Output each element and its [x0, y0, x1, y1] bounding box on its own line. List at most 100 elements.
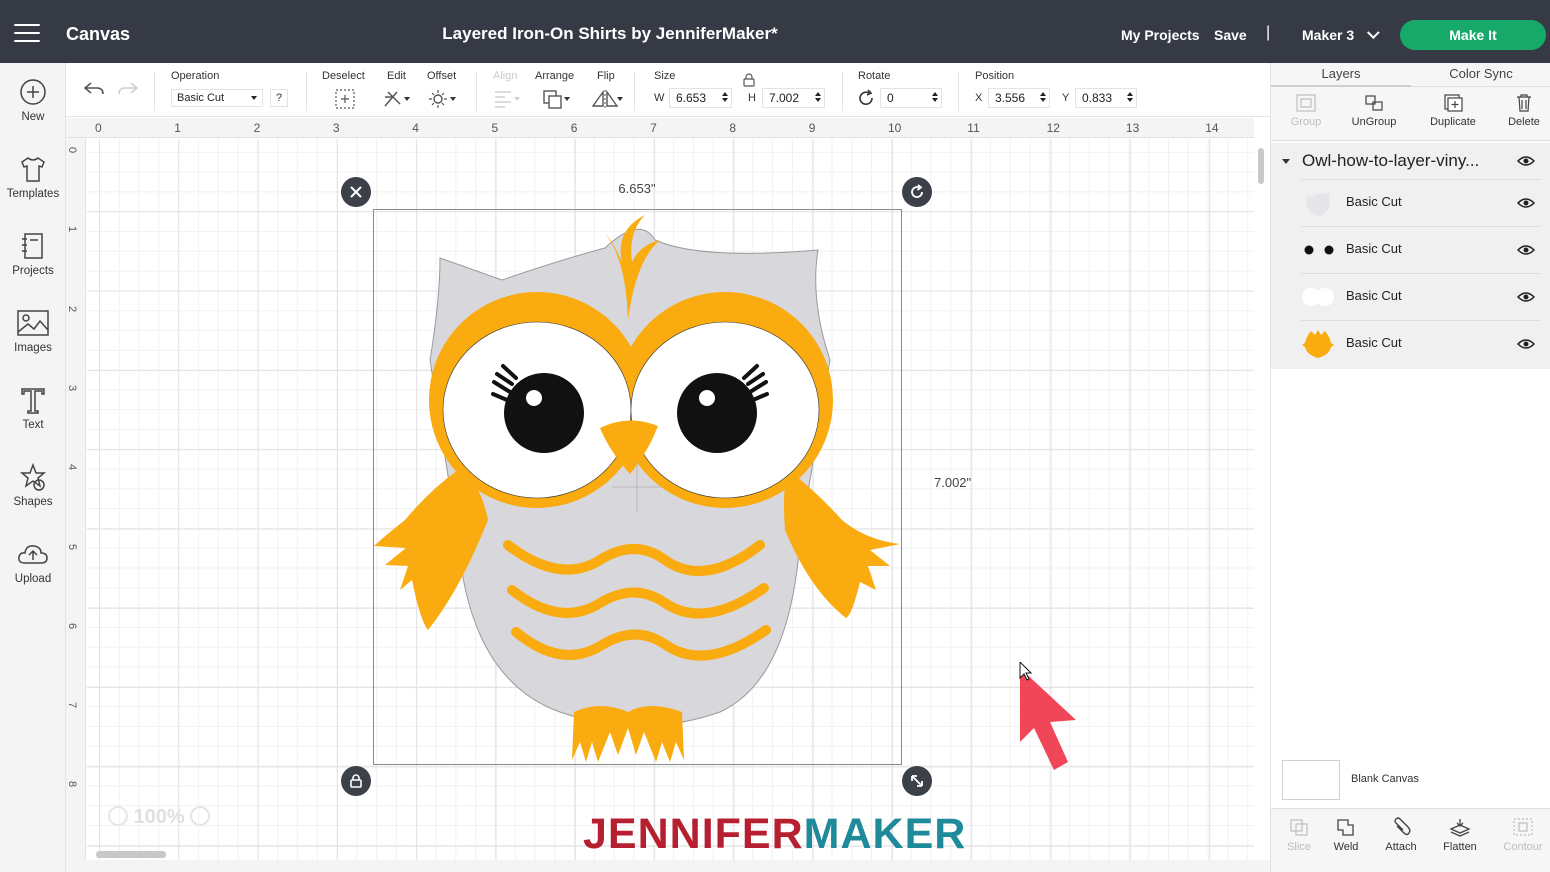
ruler-tick-label: 8 [66, 781, 79, 788]
eye-icon[interactable] [1517, 155, 1535, 167]
flatten-button[interactable]: Flatten [1432, 817, 1488, 853]
flip-icon[interactable] [590, 88, 624, 110]
layer-row[interactable]: Basic Cut [1301, 320, 1541, 367]
eye-icon[interactable] [1517, 291, 1535, 303]
operation-select[interactable]: Basic Cut [171, 89, 263, 107]
make-it-button[interactable]: Make It [1400, 20, 1546, 50]
zoom-control: 100% [108, 806, 211, 829]
brand-watermark: JENNIFERMAKER [583, 810, 966, 859]
align-icon[interactable] [492, 88, 522, 110]
machine-selector[interactable]: Maker 3 [1302, 26, 1380, 43]
lock-handle[interactable] [341, 766, 371, 796]
rotate-handle[interactable] [902, 177, 932, 207]
blank-canvas-row[interactable]: Blank Canvas [1281, 760, 1541, 802]
weld-button[interactable]: Weld [1318, 817, 1374, 853]
contour-button[interactable]: Contour [1495, 817, 1550, 853]
slice-label: Slice [1287, 841, 1311, 853]
left-sidebar: New Templates Projects Images Text Shape… [0, 63, 66, 872]
layer-row[interactable]: Basic Cut [1301, 226, 1541, 273]
group-button[interactable]: Group [1271, 93, 1341, 128]
width-input[interactable]: 6.653 [669, 88, 732, 108]
sidebar-item-upload[interactable]: Upload [0, 529, 66, 599]
ruler-tick-label: 6 [570, 121, 578, 135]
y-position-input[interactable]: 0.833 [1075, 88, 1137, 108]
horizontal-scrollbar[interactable] [96, 851, 166, 858]
contour-icon [1513, 818, 1533, 836]
eye-icon[interactable] [1517, 197, 1535, 209]
rotate-label: Rotate [858, 70, 891, 82]
lock-icon[interactable] [742, 73, 756, 87]
resize-handle[interactable] [902, 766, 932, 796]
save-button[interactable]: Save [1214, 27, 1247, 43]
duplicate-label: Duplicate [1430, 116, 1476, 128]
sidebar-item-templates[interactable]: Templates [0, 144, 66, 214]
layers-panel: Layers Color Sync Group UnGroup Duplicat… [1270, 63, 1550, 872]
spinner-arrows-icon [1040, 92, 1046, 104]
slice-icon [1290, 819, 1308, 836]
offset-label: Offset [427, 70, 457, 82]
image-icon [17, 310, 49, 336]
app-title: Canvas [66, 24, 131, 44]
duplicate-icon [1444, 94, 1463, 112]
project-title[interactable]: Layered Iron-On Shirts by JenniferMaker* [400, 24, 820, 44]
ruler-tick-label: 4 [412, 121, 419, 135]
my-projects-link[interactable]: My Projects [1121, 27, 1200, 43]
size-label: Size [654, 70, 676, 82]
delete-button[interactable]: Delete [1489, 93, 1550, 128]
layer-row[interactable]: Basic Cut [1301, 273, 1541, 320]
sidebar-item-shapes[interactable]: Shapes [0, 452, 66, 522]
duplicate-button[interactable]: Duplicate [1418, 93, 1488, 128]
layer-thumbnail [1302, 330, 1334, 358]
sidebar-item-projects[interactable]: Projects [0, 221, 66, 291]
hamburger-menu-icon[interactable] [14, 24, 40, 42]
x-position-value: 3.556 [995, 91, 1026, 105]
sidebar-item-text[interactable]: Text [0, 375, 66, 445]
sidebar-item-new[interactable]: New [0, 67, 66, 137]
edit-tools-icon[interactable] [382, 88, 412, 110]
attach-button[interactable]: Attach [1373, 817, 1429, 853]
operation-help-button[interactable]: ? [270, 89, 288, 107]
redo-icon[interactable] [116, 79, 140, 99]
selection-bounding-box[interactable] [373, 209, 902, 765]
ungroup-button[interactable]: UnGroup [1339, 93, 1409, 128]
undo-icon[interactable] [82, 79, 106, 99]
x-position-input[interactable]: 3.556 [988, 88, 1050, 108]
zoom-out-button[interactable] [108, 806, 128, 826]
caret-down-icon[interactable] [1282, 159, 1290, 164]
offset-icon[interactable] [428, 88, 458, 110]
sidebar-item-images[interactable]: Images [0, 298, 66, 368]
rotate-input[interactable]: 0 [880, 88, 942, 108]
eye-icon[interactable] [1517, 244, 1535, 256]
x-prefix: X [975, 92, 983, 104]
layer-name: Basic Cut [1346, 288, 1402, 303]
sidebar-label: Images [14, 342, 52, 354]
eye-icon[interactable] [1517, 338, 1535, 350]
ruler-tick-label: 1 [174, 121, 181, 135]
ruler-tick-label: 8 [729, 121, 737, 135]
layer-actions: Group UnGroup Duplicate Delete [1271, 87, 1550, 141]
delete-handle[interactable] [341, 177, 371, 207]
ungroup-icon [1365, 95, 1383, 111]
width-dimension-label: 6.653" [618, 181, 656, 196]
edit-toolbar: Operation Basic Cut ? Deselect Edit Offs… [66, 63, 1270, 117]
align-label: Align [493, 70, 518, 82]
canvas-color-swatch[interactable] [1282, 760, 1340, 800]
top-bar: Canvas Layered Iron-On Shirts by Jennife… [0, 0, 1550, 63]
deselect-icon[interactable] [334, 88, 356, 110]
tab-layers[interactable]: Layers [1271, 66, 1411, 87]
ruler-tick-label: 9 [808, 121, 816, 135]
height-input[interactable]: 7.002 [762, 88, 825, 108]
tab-color-sync[interactable]: Color Sync [1411, 66, 1550, 81]
ruler-tick-label: 5 [491, 121, 499, 135]
layer-group-row[interactable]: Owl-how-to-layer-viny... [1271, 145, 1550, 177]
plus-circle-icon [20, 79, 46, 105]
zoom-in-button[interactable] [190, 806, 211, 826]
y-position-value: 0.833 [1082, 91, 1113, 105]
rotate-value: 0 [887, 91, 894, 105]
vertical-scrollbar[interactable] [1258, 148, 1264, 184]
rotate-icon[interactable] [857, 89, 875, 107]
pointer-arrow-icon [1019, 662, 1076, 770]
layer-row[interactable]: Basic Cut [1301, 179, 1541, 226]
ruler-tick-label: 11 [967, 121, 980, 135]
arrange-icon[interactable] [541, 88, 571, 110]
